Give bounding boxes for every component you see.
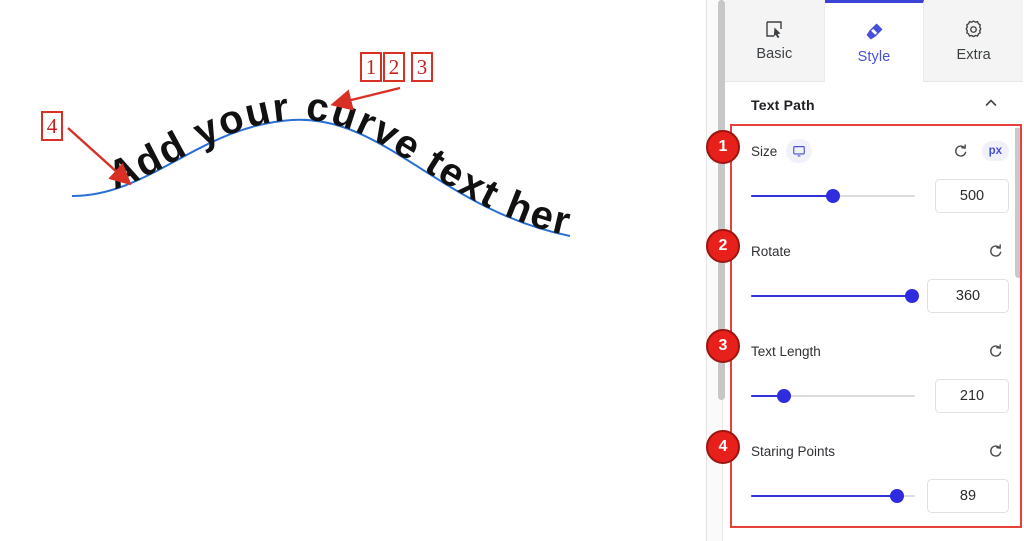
tab-style-label: Style	[857, 48, 891, 65]
annotation-badge-2: 2	[706, 229, 740, 263]
label-text-length: Text Length	[751, 343, 821, 359]
row-head-actions-text-length	[983, 339, 1009, 363]
label-staring-points: Staring Points	[751, 443, 836, 459]
row-body-text-length: 210	[751, 374, 1009, 418]
gear-icon	[963, 19, 984, 40]
tab-extra-label: Extra	[956, 46, 991, 63]
desktop-monitor-icon[interactable]	[786, 139, 813, 163]
tab-basic-label: Basic	[756, 46, 793, 62]
reset-icon-staring-points[interactable]	[983, 439, 1009, 463]
row-body-staring-points: 89	[751, 474, 1009, 518]
slider-text-length[interactable]	[751, 387, 915, 405]
app-root: Add your curve text here 1 2 3 4	[0, 0, 1024, 541]
slider-fill-size	[751, 195, 833, 197]
unit-toggle-px[interactable]: px	[981, 141, 1009, 161]
label-rotate: Rotate	[751, 243, 791, 259]
panel-tab-bar: Basic Style Extra	[725, 0, 1024, 82]
value-input-rotate[interactable]: 360	[927, 279, 1009, 313]
section-header-text-path[interactable]: Text Path	[725, 82, 1023, 128]
row-body-size: 500	[751, 174, 1009, 218]
slider-thumb-text-length[interactable]	[776, 389, 791, 403]
annotation-badge-1: 1	[706, 130, 740, 164]
tab-extra[interactable]: Extra	[924, 0, 1024, 82]
tab-style[interactable]: Style	[824, 0, 925, 82]
curve-text[interactable]: Add your curve text here	[0, 0, 576, 245]
slider-fill-rotate	[751, 295, 912, 297]
callout-box-4: 4	[41, 111, 63, 141]
cursor-select-icon	[764, 19, 784, 39]
value-input-text-length[interactable]: 210	[935, 379, 1009, 413]
reset-icon-rotate[interactable]	[983, 239, 1009, 263]
control-row-text-length: Text Length 210	[725, 328, 1023, 428]
value-input-size[interactable]: 500	[935, 179, 1009, 213]
callout-box-1: 1	[360, 52, 382, 82]
slider-staring-points[interactable]	[751, 487, 915, 505]
row-head-size: Size px	[751, 138, 1009, 164]
annotation-badge-4: 4	[706, 430, 740, 464]
section-title: Text Path	[751, 97, 815, 113]
row-head-text-length: Text Length	[751, 338, 1009, 364]
curve-text-canvas[interactable]: Add your curve text here	[0, 0, 706, 541]
value-input-staring-points[interactable]: 89	[927, 479, 1009, 513]
annotation-badge-3: 3	[706, 329, 740, 363]
style-settings-panel: Basic Style Extra Text Path Size px 500 …	[706, 0, 1024, 541]
slider-thumb-size[interactable]	[826, 189, 840, 203]
tab-basic[interactable]: Basic	[725, 0, 825, 82]
row-head-staring-points: Staring Points	[751, 438, 1009, 464]
row-head-actions-size: px	[948, 139, 1009, 163]
slider-thumb-staring-points[interactable]	[889, 489, 904, 503]
callout-box-3: 3	[411, 52, 433, 82]
label-size: Size	[751, 143, 778, 159]
row-head-actions-rotate	[983, 239, 1009, 263]
reset-icon-text-length[interactable]	[983, 339, 1009, 363]
row-head-rotate: Rotate	[751, 238, 1009, 264]
callout-box-2: 2	[383, 52, 405, 82]
control-row-size: Size px 500	[725, 128, 1023, 228]
paintbrush-icon	[864, 21, 885, 42]
slider-size[interactable]	[751, 187, 915, 205]
slider-thumb-rotate[interactable]	[904, 289, 919, 303]
canvas-area[interactable]: Add your curve text here 1 2 3 4	[0, 0, 706, 541]
row-head-actions-staring-points	[983, 439, 1009, 463]
row-body-rotate: 360	[751, 274, 1009, 318]
control-row-staring-points: Staring Points 89	[725, 428, 1023, 528]
slider-rotate[interactable]	[751, 287, 919, 305]
chevron-up-icon[interactable]	[983, 95, 999, 116]
reset-icon-size[interactable]	[948, 139, 974, 163]
control-row-rotate: Rotate 360	[725, 228, 1023, 328]
slider-fill-staring-points	[751, 495, 897, 497]
